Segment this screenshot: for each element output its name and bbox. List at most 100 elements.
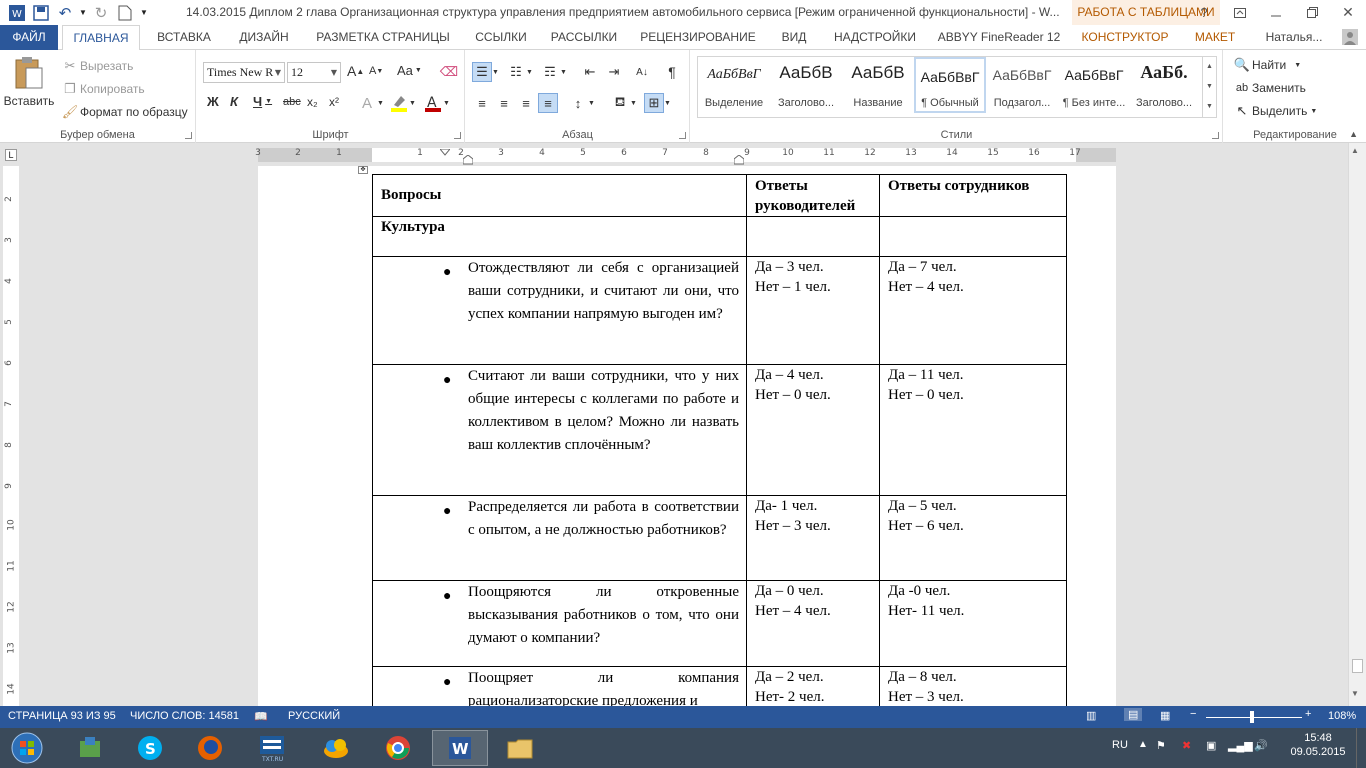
tab-references[interactable]: ССЫЛКИ	[466, 25, 536, 50]
tab-addins[interactable]: НАДСТРОЙКИ	[824, 25, 926, 50]
customize-toolbar-icon[interactable]: ▼	[138, 2, 150, 24]
network-warning-icon[interactable]: ✖	[1182, 739, 1191, 768]
justify-button[interactable]: ≡	[538, 93, 558, 113]
ribbon-display-icon[interactable]	[1222, 0, 1258, 25]
taskbar-cloud-app[interactable]	[308, 730, 364, 766]
clipboard-launcher-icon[interactable]	[185, 132, 192, 139]
first-line-indent-marker[interactable]	[438, 146, 452, 156]
user-avatar[interactable]	[1338, 25, 1362, 50]
tray-expand-icon[interactable]: ▲	[1138, 739, 1148, 768]
tab-page-layout[interactable]: РАЗМЕТКА СТРАНИЦЫ	[306, 25, 460, 50]
align-right-button[interactable]: ≡	[516, 93, 536, 113]
header-questions[interactable]: Вопросы	[372, 174, 747, 217]
collapse-ribbon-icon[interactable]: ▲	[1349, 129, 1358, 139]
tab-file[interactable]: ФАЙЛ	[0, 25, 58, 50]
scroll-down-icon[interactable]: ▼	[1351, 689, 1359, 698]
question-cell[interactable]: ● Распределяется ли работа в соответствии…	[372, 495, 747, 581]
more-styles-icon[interactable]: ▼	[1203, 97, 1216, 117]
font-size-combo[interactable]: 12 ▼	[287, 62, 341, 83]
volume-icon[interactable]: 🔊	[1254, 739, 1268, 768]
employees-answer-cell[interactable]: Да – 5 чел. Нет – 6 чел.	[879, 495, 1067, 581]
proofing-icon[interactable]: 📖	[254, 710, 268, 723]
tab-design[interactable]: ДИЗАЙН	[228, 25, 300, 50]
undo-icon[interactable]: ↶	[54, 2, 76, 24]
table-cell[interactable]	[746, 216, 880, 257]
zoom-slider-thumb[interactable]	[1250, 711, 1254, 723]
page-count-status[interactable]: СТРАНИЦА 93 ИЗ 95	[8, 710, 116, 722]
employees-answer-cell[interactable]: Да – 11 чел. Нет – 0 чел.	[879, 364, 1067, 496]
subscript-button[interactable]: x₂	[307, 95, 318, 109]
start-button[interactable]	[2, 730, 52, 766]
tab-table-design[interactable]: КОНСТРУКТОР	[1074, 25, 1176, 50]
font-color-button[interactable]: A ▼	[423, 93, 450, 113]
shading-button[interactable]: ⛾ ▼	[610, 93, 637, 113]
style-heading-2[interactable]: АаБб. Заголово...	[1130, 57, 1198, 113]
clock[interactable]: 15:48 09.05.2015	[1288, 732, 1348, 768]
table-move-handle-icon[interactable]: ✥	[358, 166, 368, 174]
replace-button[interactable]: ab Заменить	[1232, 78, 1306, 98]
minimize-icon[interactable]	[1258, 0, 1294, 25]
header-employees-answers[interactable]: Ответы сотрудников	[879, 174, 1067, 217]
multilevel-list-button[interactable]: ☶ ▼	[540, 62, 567, 82]
managers-answer-cell[interactable]: Да – 2 чел. Нет- 2 чел.	[746, 666, 880, 706]
taskbar-firefox[interactable]	[182, 730, 238, 766]
bold-button[interactable]: Ж	[207, 94, 219, 109]
show-formatting-button[interactable]: ¶	[662, 62, 682, 82]
borders-button[interactable]: ⊞ ▼	[644, 93, 671, 113]
tab-abbyy[interactable]: ABBYY FineReader 12	[932, 25, 1066, 50]
scroll-thumb[interactable]	[1352, 659, 1363, 673]
chevron-down-icon[interactable]: ▼	[1203, 77, 1216, 97]
print-layout-icon[interactable]: ▤	[1124, 708, 1143, 721]
taskbar-txtru[interactable]: TXT.RU	[244, 730, 300, 766]
action-center-icon[interactable]: ⚑	[1156, 739, 1166, 768]
increase-indent-button[interactable]: ⇥	[604, 62, 624, 82]
question-cell[interactable]: ● Отождествляют ли себя с организацией ва…	[372, 256, 747, 365]
taskbar-word[interactable]: W	[432, 730, 488, 766]
style-no-spacing[interactable]: АаБбВвГ ¶ Без инте...	[1058, 57, 1130, 113]
language-status[interactable]: РУССКИЙ	[288, 710, 340, 722]
numbering-button[interactable]: ☷ ▼	[506, 62, 533, 82]
tab-home[interactable]: ГЛАВНАЯ	[62, 25, 140, 51]
tab-insert[interactable]: ВСТАВКА	[146, 25, 222, 50]
change-case-button[interactable]: Aa ▼	[397, 63, 422, 78]
font-name-combo[interactable]: Times New R ▼	[203, 62, 285, 83]
styles-scroll[interactable]: ▲ ▼ ▼	[1202, 57, 1216, 117]
taskbar-explorer[interactable]	[492, 730, 548, 766]
paste-button[interactable]: Вставить	[4, 56, 54, 120]
survey-table[interactable]: Вопросы Ответы руководителей Ответы сотр…	[372, 174, 1067, 706]
managers-answer-cell[interactable]: Да- 1 чел. Нет – 3 чел.	[746, 495, 880, 581]
user-account[interactable]: Наталья...	[1252, 25, 1336, 50]
vertical-ruler[interactable]: 2 3 4 5 6 7 8 9 10 11 12 13 14	[3, 166, 19, 706]
style-normal[interactable]: АаБбВвГ ¶ Обычный	[914, 57, 986, 113]
redo-icon[interactable]: ↻	[90, 2, 112, 24]
zoom-out-icon[interactable]: −	[1190, 708, 1196, 720]
style-heading-1[interactable]: АаБбВ Заголово...	[770, 57, 842, 113]
style-title[interactable]: АаБбВ Название	[842, 57, 914, 113]
tab-table-layout[interactable]: МАКЕТ	[1184, 25, 1246, 50]
question-cell[interactable]: ● Считают ли ваши сотрудники, что у них о…	[372, 364, 747, 496]
taskbar-chrome[interactable]	[370, 730, 426, 766]
tab-mailings[interactable]: РАССЫЛКИ	[542, 25, 626, 50]
style-emphasis[interactable]: АаБбВвГ Выделение	[698, 57, 770, 113]
show-desktop-button[interactable]	[1356, 728, 1366, 768]
question-cell[interactable]: ● Поощряются ли откровенные высказывания …	[372, 580, 747, 667]
bullets-button[interactable]: ☰ ▼	[472, 62, 499, 82]
employees-answer-cell[interactable]: Да – 7 чел. Нет – 4 чел.	[879, 256, 1067, 365]
zoom-in-icon[interactable]: +	[1305, 708, 1311, 720]
tab-view[interactable]: ВИД	[770, 25, 818, 50]
chevron-up-icon[interactable]: ▲	[1203, 57, 1216, 77]
zoom-level[interactable]: 108%	[1328, 710, 1356, 722]
horizontal-ruler[interactable]: 3 2 1 1 2 3 4 5 6 7 8 9 10 11 12 13 14 1…	[255, 146, 1116, 165]
find-button[interactable]: 🔍 Найти ▼	[1232, 55, 1301, 75]
paragraph-launcher-icon[interactable]	[679, 132, 686, 139]
word-app-icon[interactable]: W	[6, 2, 28, 24]
superscript-button[interactable]: x²	[329, 95, 339, 109]
employees-answer-cell[interactable]: Да -0 чел. Нет- 11 чел.	[879, 580, 1067, 667]
header-managers-answers[interactable]: Ответы руководителей	[746, 174, 880, 217]
grow-font-button[interactable]: A ▲	[347, 63, 364, 79]
font-launcher-icon[interactable]	[454, 132, 461, 139]
styles-launcher-icon[interactable]	[1212, 132, 1219, 139]
shrink-font-button[interactable]: A ▼	[369, 65, 383, 77]
line-spacing-button[interactable]: ↕ ▼	[568, 93, 595, 113]
help-icon[interactable]: ?	[1186, 0, 1222, 25]
